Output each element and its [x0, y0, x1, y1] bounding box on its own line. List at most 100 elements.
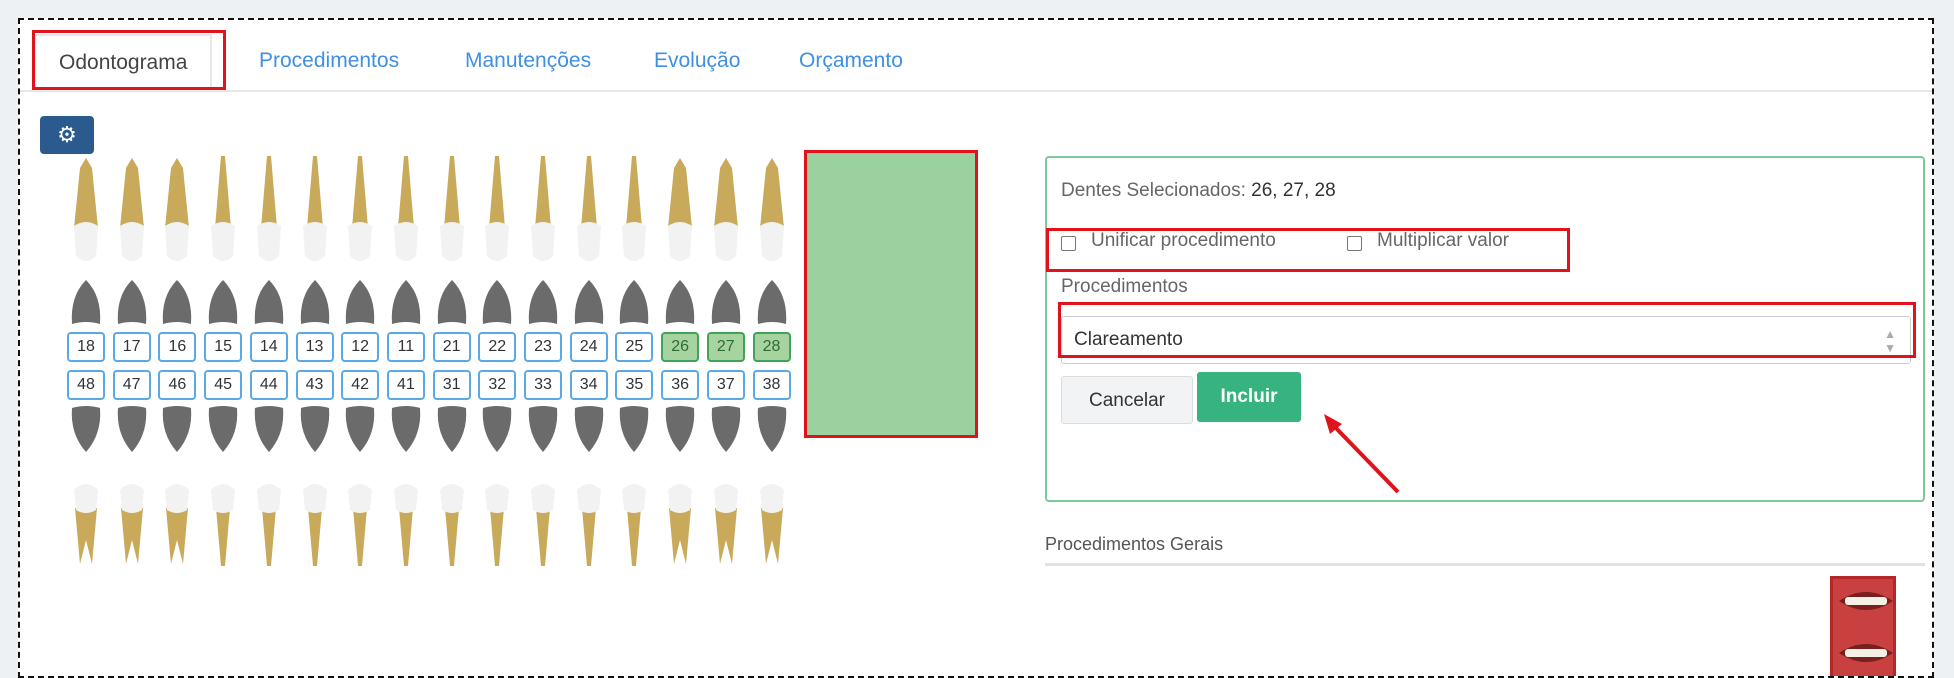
tooth-number-41[interactable]: 41 [386, 370, 425, 400]
tooth-number-43[interactable]: 43 [295, 370, 334, 400]
tooth-number-14[interactable]: 14 [249, 332, 288, 362]
tooth-number-15[interactable]: 15 [204, 332, 243, 362]
multiply-checkbox[interactable] [1347, 236, 1362, 251]
tooth-24-occlusal[interactable] [569, 276, 609, 328]
tooth-31-side-lower[interactable] [432, 450, 472, 570]
tooth-36-occlusal[interactable] [660, 404, 700, 456]
tooth-number-18[interactable]: 18 [67, 332, 105, 362]
tooth-38-side-lower[interactable] [752, 450, 792, 570]
tooth-27-occlusal[interactable] [706, 276, 746, 328]
tooth-48-side-lower[interactable] [66, 450, 106, 570]
tooth-number-21[interactable]: 21 [432, 332, 471, 362]
tooth-26-side[interactable] [660, 148, 700, 268]
tooth-32-occlusal[interactable] [477, 404, 517, 456]
whitening-thumbnail[interactable] [1830, 576, 1896, 676]
tooth-25-side[interactable] [614, 148, 654, 268]
tooth-15-side[interactable] [203, 148, 243, 268]
tooth-17-occlusal[interactable] [112, 276, 152, 328]
tooth-number-26[interactable]: 26 [661, 332, 700, 362]
tooth-number-38[interactable]: 38 [752, 370, 791, 400]
tooth-27-side[interactable] [706, 148, 746, 268]
tooth-45-occlusal[interactable] [203, 404, 243, 456]
tooth-24-side[interactable] [569, 148, 609, 268]
tooth-number-12[interactable]: 12 [341, 332, 380, 362]
tooth-18-occlusal[interactable] [66, 276, 106, 328]
tooth-34-occlusal[interactable] [569, 404, 609, 456]
tooth-37-occlusal[interactable] [706, 404, 746, 456]
tooth-number-31[interactable]: 31 [432, 370, 471, 400]
tooth-12-occlusal[interactable] [340, 276, 380, 328]
tooth-number-46[interactable]: 46 [158, 370, 197, 400]
tooth-46-occlusal[interactable] [157, 404, 197, 456]
tooth-number-37[interactable]: 37 [706, 370, 745, 400]
tooth-number-11[interactable]: 11 [386, 332, 425, 362]
tooth-12-side[interactable] [340, 148, 380, 268]
tooth-14-occlusal[interactable] [249, 276, 289, 328]
tooth-number-28[interactable]: 28 [752, 332, 791, 362]
tooth-14-side[interactable] [249, 148, 289, 268]
tooth-37-side-lower[interactable] [706, 450, 746, 570]
tooth-11-occlusal[interactable] [386, 276, 426, 328]
tooth-number-34[interactable]: 34 [569, 370, 608, 400]
tooth-11-side[interactable] [386, 148, 426, 268]
tooth-23-side[interactable] [523, 148, 563, 268]
tooth-number-48[interactable]: 48 [67, 370, 105, 400]
tooth-number-22[interactable]: 22 [478, 332, 517, 362]
tooth-number-45[interactable]: 45 [204, 370, 243, 400]
tooth-22-occlusal[interactable] [477, 276, 517, 328]
tooth-13-side[interactable] [295, 148, 335, 268]
tooth-42-side-lower[interactable] [340, 450, 380, 570]
tooth-28-side[interactable] [752, 148, 792, 268]
tooth-number-44[interactable]: 44 [249, 370, 288, 400]
tooth-28-occlusal[interactable] [752, 276, 792, 328]
tooth-number-25[interactable]: 25 [615, 332, 654, 362]
tooth-18-side[interactable] [66, 148, 106, 268]
tooth-42-occlusal[interactable] [340, 404, 380, 456]
tooth-41-side-lower[interactable] [386, 450, 426, 570]
include-button[interactable]: Incluir [1197, 372, 1301, 422]
tooth-22-side[interactable] [477, 148, 517, 268]
tooth-44-side-lower[interactable] [249, 450, 289, 570]
tooth-21-side[interactable] [432, 148, 472, 268]
tooth-45-side-lower[interactable] [203, 450, 243, 570]
tooth-number-33[interactable]: 33 [524, 370, 562, 400]
tooth-43-side-lower[interactable] [295, 450, 335, 570]
tooth-21-occlusal[interactable] [432, 276, 472, 328]
tooth-26-occlusal[interactable] [660, 276, 700, 328]
tooth-number-42[interactable]: 42 [341, 370, 380, 400]
tooth-47-side-lower[interactable] [112, 450, 152, 570]
tooth-41-occlusal[interactable] [386, 404, 426, 456]
tooth-number-35[interactable]: 35 [615, 370, 654, 400]
tooth-15-occlusal[interactable] [203, 276, 243, 328]
tooth-number-47[interactable]: 47 [112, 370, 151, 400]
tooth-13-occlusal[interactable] [295, 276, 335, 328]
tooth-35-side-lower[interactable] [614, 450, 654, 570]
tooth-number-36[interactable]: 36 [661, 370, 700, 400]
tooth-number-13[interactable]: 13 [295, 332, 334, 362]
tooth-number-16[interactable]: 16 [158, 332, 197, 362]
tooth-31-occlusal[interactable] [432, 404, 472, 456]
tooth-38-occlusal[interactable] [752, 404, 792, 456]
cancel-button[interactable]: Cancelar [1061, 376, 1193, 424]
procedure-select[interactable]: Clareamento ▲ ▼ [1061, 316, 1911, 364]
unify-checkbox[interactable] [1061, 236, 1076, 251]
tooth-35-occlusal[interactable] [614, 404, 654, 456]
tooth-number-24[interactable]: 24 [569, 332, 608, 362]
tooth-number-23[interactable]: 23 [524, 332, 562, 362]
tooth-43-occlusal[interactable] [295, 404, 335, 456]
tooth-17-side[interactable] [112, 148, 152, 268]
tooth-32-side-lower[interactable] [477, 450, 517, 570]
tooth-44-occlusal[interactable] [249, 404, 289, 456]
tooth-46-side-lower[interactable] [157, 450, 197, 570]
tooth-25-occlusal[interactable] [614, 276, 654, 328]
tooth-36-side-lower[interactable] [660, 450, 700, 570]
tooth-number-27[interactable]: 27 [706, 332, 745, 362]
tooth-47-occlusal[interactable] [112, 404, 152, 456]
tooth-33-occlusal[interactable] [523, 404, 563, 456]
tooth-16-side[interactable] [157, 148, 197, 268]
tooth-number-17[interactable]: 17 [112, 332, 151, 362]
tooth-16-occlusal[interactable] [157, 276, 197, 328]
tooth-23-occlusal[interactable] [523, 276, 563, 328]
tooth-48-occlusal[interactable] [66, 404, 106, 456]
tooth-33-side-lower[interactable] [523, 450, 563, 570]
